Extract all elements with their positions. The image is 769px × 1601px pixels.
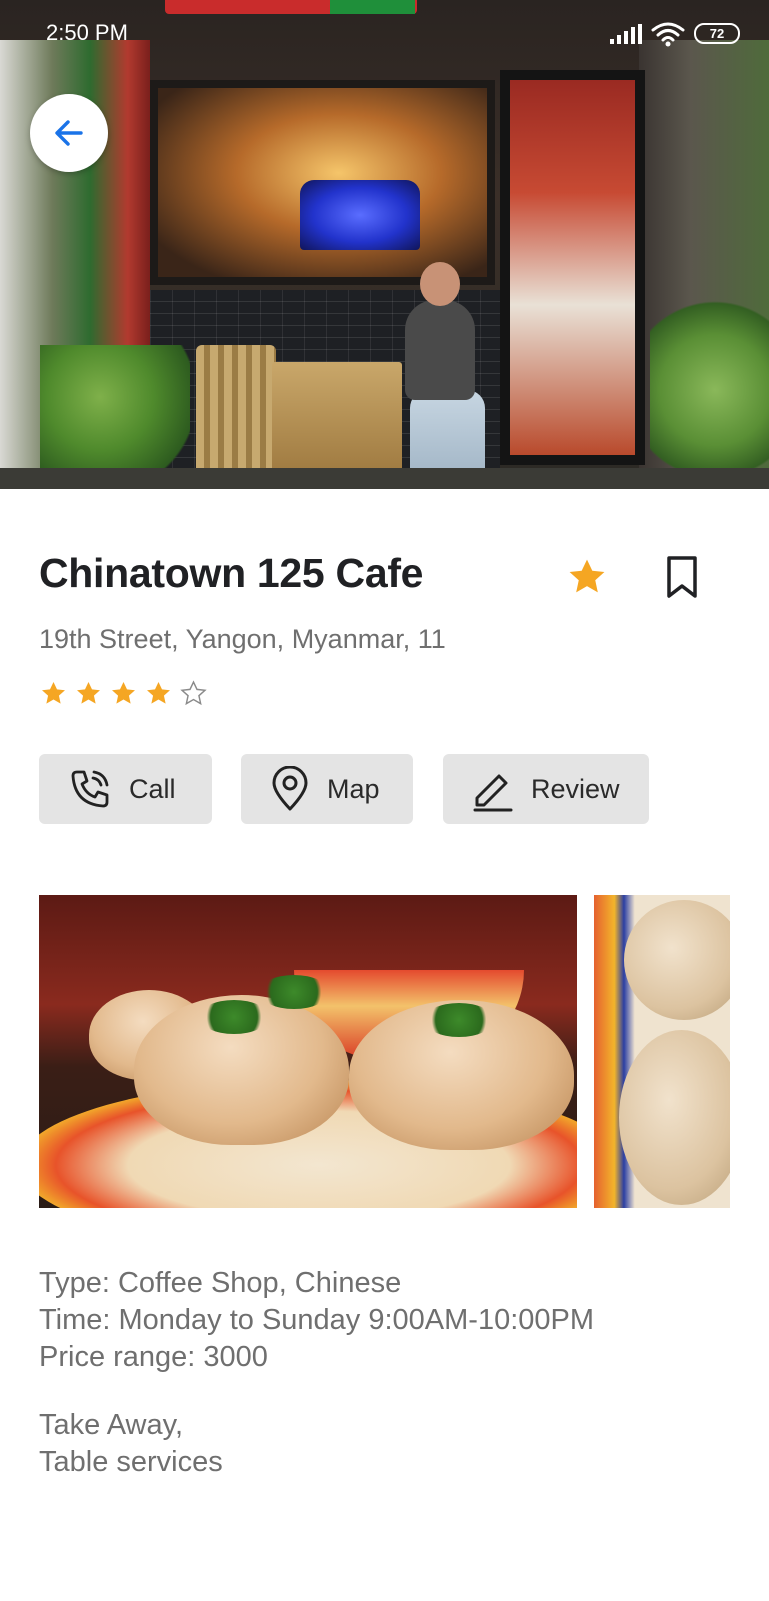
star-filled-icon: [77, 681, 100, 704]
map-label: Map: [327, 773, 380, 804]
battery-indicator: 72: [694, 23, 740, 44]
star-empty-icon: [180, 679, 207, 705]
photo-herb: [259, 975, 329, 1009]
location-pin-icon: [272, 766, 308, 811]
hero-chair: [196, 345, 276, 470]
bookmark-icon[interactable]: [664, 555, 700, 599]
review-button[interactable]: Review: [443, 754, 649, 824]
detail-service-table: Table services: [39, 1446, 223, 1478]
map-button[interactable]: Map: [241, 754, 413, 824]
star-filled-icon: [42, 681, 65, 704]
hero-plant-right: [650, 300, 769, 480]
hero-photo: [0, 0, 769, 489]
phone-icon: [71, 770, 109, 808]
detail-spacer: [39, 1376, 594, 1407]
hero-person-head: [420, 262, 460, 306]
photo-bun: [624, 900, 730, 1020]
favorite-star-icon[interactable]: [565, 555, 609, 599]
photo-bun: [619, 1030, 730, 1205]
wifi-icon: [651, 22, 685, 47]
place-title: Chinatown 125 Cafe: [39, 550, 424, 596]
arrow-left-icon: [55, 120, 83, 146]
hero-plant-left: [40, 345, 190, 475]
hero-door: [500, 70, 645, 465]
back-button[interactable]: [30, 94, 108, 172]
photo-herb: [424, 1003, 494, 1037]
star-filled-icon: [112, 681, 135, 704]
hero-person-body: [405, 300, 475, 400]
review-label: Review: [531, 773, 620, 804]
star-filled-icon: [147, 681, 170, 704]
detail-service-takeaway: Take Away,: [39, 1409, 184, 1441]
detail-price: Price range: 3000: [39, 1341, 268, 1373]
detail-type: Type: Coffee Shop, Chinese: [39, 1267, 402, 1299]
detail-time: Time: Monday to Sunday 9:00AM-10:00PM: [39, 1304, 595, 1336]
details-section: Type: Coffee Shop, Chinese Time: Monday …: [39, 1265, 594, 1481]
status-bar: 2:50 PM 72: [0, 0, 769, 68]
signal-icon: [610, 24, 642, 44]
status-time: 2:50 PM: [46, 20, 128, 45]
hero-table: [272, 362, 402, 472]
call-button[interactable]: Call: [39, 754, 212, 824]
photo-herb: [199, 1000, 269, 1034]
hero-coffee-machine: [300, 180, 420, 250]
hero-ground: [0, 468, 769, 489]
gallery-photo-1[interactable]: [39, 895, 577, 1208]
call-label: Call: [129, 773, 176, 804]
pencil-icon: [473, 774, 513, 812]
place-address: 19th Street, Yangon, Myanmar, 11: [39, 624, 446, 654]
rating-stars: [39, 673, 208, 713]
gallery-photo-2[interactable]: [594, 895, 730, 1208]
